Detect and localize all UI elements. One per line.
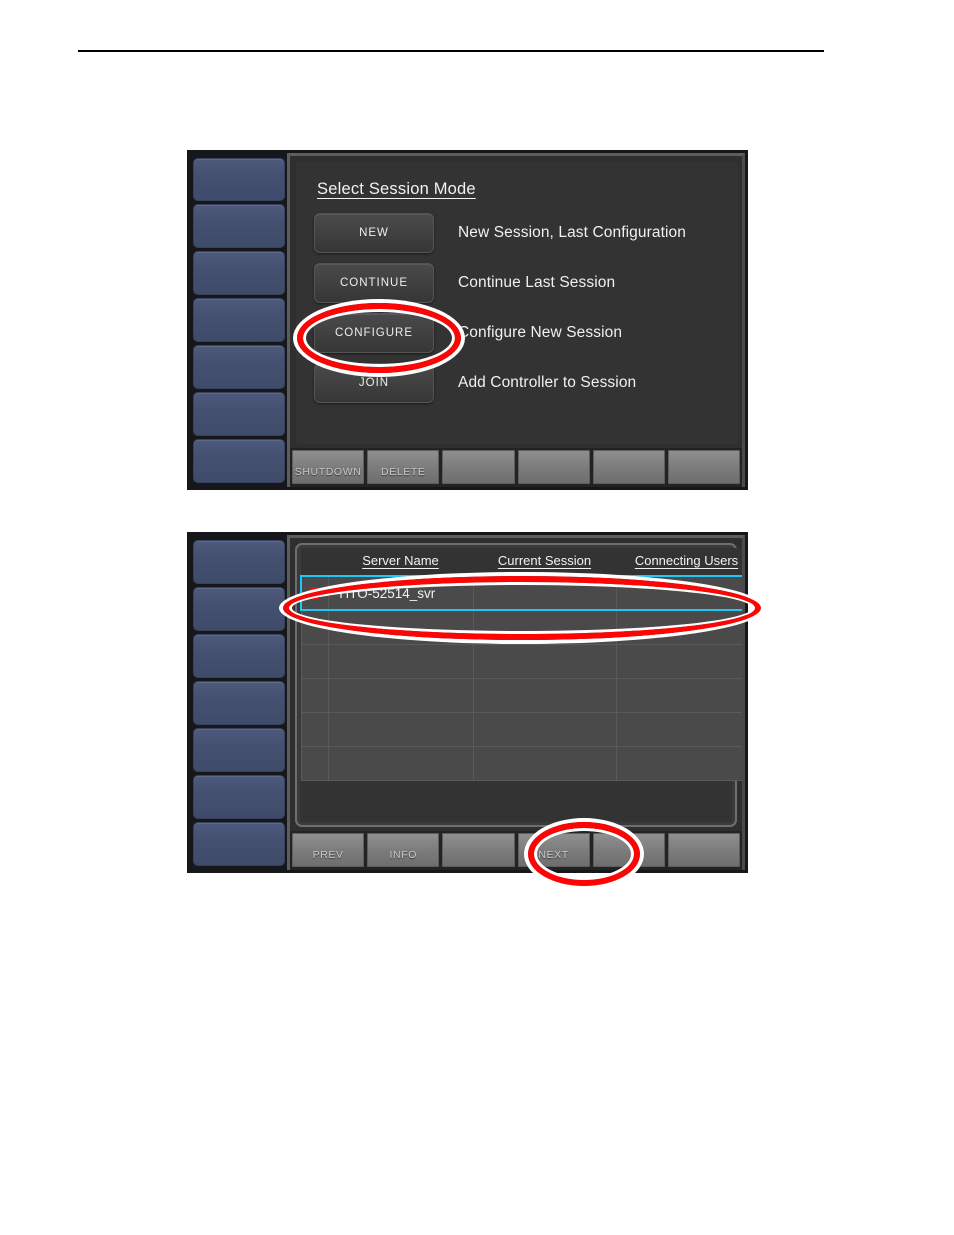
sidebar-hard-keys-panel-one bbox=[190, 153, 287, 487]
cell-current-session bbox=[472, 609, 617, 645]
sidebar-key-2[interactable] bbox=[193, 204, 285, 249]
softkey-4-panel-one[interactable] bbox=[517, 450, 590, 484]
cell-server-name bbox=[327, 711, 474, 747]
cell-connecting-users bbox=[615, 575, 742, 611]
sidebar-key-7[interactable] bbox=[193, 438, 285, 483]
table-header-row: Server Name Current Session Connecting U… bbox=[301, 548, 742, 576]
status-dot-cell bbox=[300, 643, 329, 679]
table-empty-area bbox=[300, 780, 732, 822]
cell-connecting-users bbox=[615, 609, 742, 645]
table-row[interactable] bbox=[300, 677, 742, 713]
sidebar-key-3-panel-two[interactable] bbox=[193, 633, 285, 678]
cell-connecting-users bbox=[615, 677, 742, 713]
status-dot-cell bbox=[300, 575, 329, 611]
column-header-status bbox=[301, 548, 328, 576]
session-mode-option-join: JOIN Add Controller to Session bbox=[314, 363, 724, 403]
cell-connecting-users bbox=[615, 711, 742, 747]
softkey-next[interactable]: NEXT bbox=[517, 833, 590, 867]
cell-current-session bbox=[472, 677, 617, 713]
softkey-3-panel-two[interactable] bbox=[442, 833, 515, 867]
session-mode-option-configure: CONFIGURE Configure New Session bbox=[314, 313, 724, 353]
cell-current-session bbox=[472, 575, 617, 611]
column-header-connecting-users: Connecting Users bbox=[616, 548, 742, 576]
new-button[interactable]: NEW bbox=[314, 213, 434, 253]
softkey-bar-panel-two: PREV INFO NEXT bbox=[290, 831, 742, 870]
join-button[interactable]: JOIN bbox=[314, 363, 434, 403]
server-list-pane: Server Name Current Session Connecting U… bbox=[295, 543, 742, 827]
cell-connecting-users bbox=[615, 745, 742, 781]
cell-connecting-users bbox=[615, 643, 742, 679]
new-description: New Session, Last Configuration bbox=[458, 224, 686, 241]
session-mode-dialog: Select Session Mode NEW New Session, Las… bbox=[296, 162, 738, 444]
table-row[interactable]: YITO-52514_svr bbox=[300, 575, 742, 611]
sidebar-key-1-panel-two[interactable] bbox=[193, 539, 285, 584]
softkey-shutdown[interactable]: SHUTDOWN bbox=[292, 450, 365, 484]
screen-body-server-select: Server Name Current Session Connecting U… bbox=[290, 538, 742, 831]
softkey-prev[interactable]: PREV bbox=[292, 833, 365, 867]
sidebar-key-4-panel-two[interactable] bbox=[193, 680, 285, 725]
column-header-server-name: Server Name bbox=[328, 548, 473, 576]
screen-body-session-mode: Select Session Mode NEW New Session, Las… bbox=[290, 156, 742, 448]
screen-server-select: Server Name Current Session Connecting U… bbox=[287, 535, 745, 870]
status-dot-cell bbox=[300, 711, 329, 747]
softkey-info[interactable]: INFO bbox=[367, 833, 440, 867]
cell-server-name: YITO-52514_svr bbox=[327, 575, 474, 611]
page-title: Select Session Mode bbox=[317, 180, 476, 198]
control-panel-server-select: Server Name Current Session Connecting U… bbox=[187, 532, 748, 873]
session-mode-option-new: NEW New Session, Last Configuration bbox=[314, 213, 724, 253]
cell-current-session bbox=[472, 745, 617, 781]
cell-server-name bbox=[327, 745, 474, 781]
softkey-5-panel-one[interactable] bbox=[592, 450, 665, 484]
configure-description: Configure New Session bbox=[458, 324, 623, 341]
join-description: Add Controller to Session bbox=[458, 374, 637, 391]
status-dot-cell bbox=[300, 677, 329, 713]
softkey-5-panel-two[interactable] bbox=[592, 833, 665, 867]
softkey-6-panel-one[interactable] bbox=[667, 450, 741, 484]
cell-server-name bbox=[327, 677, 474, 713]
softkey-3-panel-one[interactable] bbox=[442, 450, 515, 484]
page-header-rule bbox=[78, 50, 824, 52]
table-row[interactable] bbox=[300, 745, 742, 781]
table-row[interactable] bbox=[300, 711, 742, 747]
column-header-current-session: Current Session bbox=[473, 548, 616, 576]
status-dot-cell bbox=[300, 745, 329, 781]
table-row[interactable] bbox=[300, 643, 742, 679]
cell-current-session bbox=[472, 711, 617, 747]
cell-current-session bbox=[472, 643, 617, 679]
cell-server-name bbox=[327, 609, 474, 645]
status-dot-icon bbox=[308, 587, 322, 601]
softkey-6-panel-two[interactable] bbox=[667, 833, 741, 867]
configure-button[interactable]: CONFIGURE bbox=[314, 313, 434, 353]
sidebar-key-4[interactable] bbox=[193, 298, 285, 342]
sidebar-key-1[interactable] bbox=[193, 157, 285, 202]
sidebar-key-5-panel-two[interactable] bbox=[193, 727, 285, 772]
screen-session-mode: Select Session Mode NEW New Session, Las… bbox=[287, 153, 745, 487]
status-dot-cell bbox=[300, 609, 329, 645]
sidebar-key-3[interactable] bbox=[193, 251, 285, 296]
sidebar-key-6[interactable] bbox=[193, 391, 285, 436]
cell-server-name bbox=[327, 643, 474, 679]
server-table: Server Name Current Session Connecting U… bbox=[300, 548, 742, 781]
table-row[interactable] bbox=[300, 609, 742, 645]
sidebar-key-2-panel-two[interactable] bbox=[193, 586, 285, 631]
control-panel-session-mode: Select Session Mode NEW New Session, Las… bbox=[187, 150, 748, 490]
continue-button[interactable]: CONTINUE bbox=[314, 263, 434, 303]
softkey-delete[interactable]: DELETE bbox=[367, 450, 440, 484]
sidebar-key-7-panel-two[interactable] bbox=[193, 821, 285, 866]
session-mode-option-continue: CONTINUE Continue Last Session bbox=[314, 263, 724, 303]
sidebar-key-5[interactable] bbox=[193, 344, 285, 389]
sidebar-key-6-panel-two[interactable] bbox=[193, 774, 285, 819]
softkey-bar-panel-one: SHUTDOWN DELETE bbox=[290, 448, 742, 487]
sidebar-hard-keys-panel-two bbox=[190, 535, 287, 870]
continue-description: Continue Last Session bbox=[458, 274, 616, 291]
